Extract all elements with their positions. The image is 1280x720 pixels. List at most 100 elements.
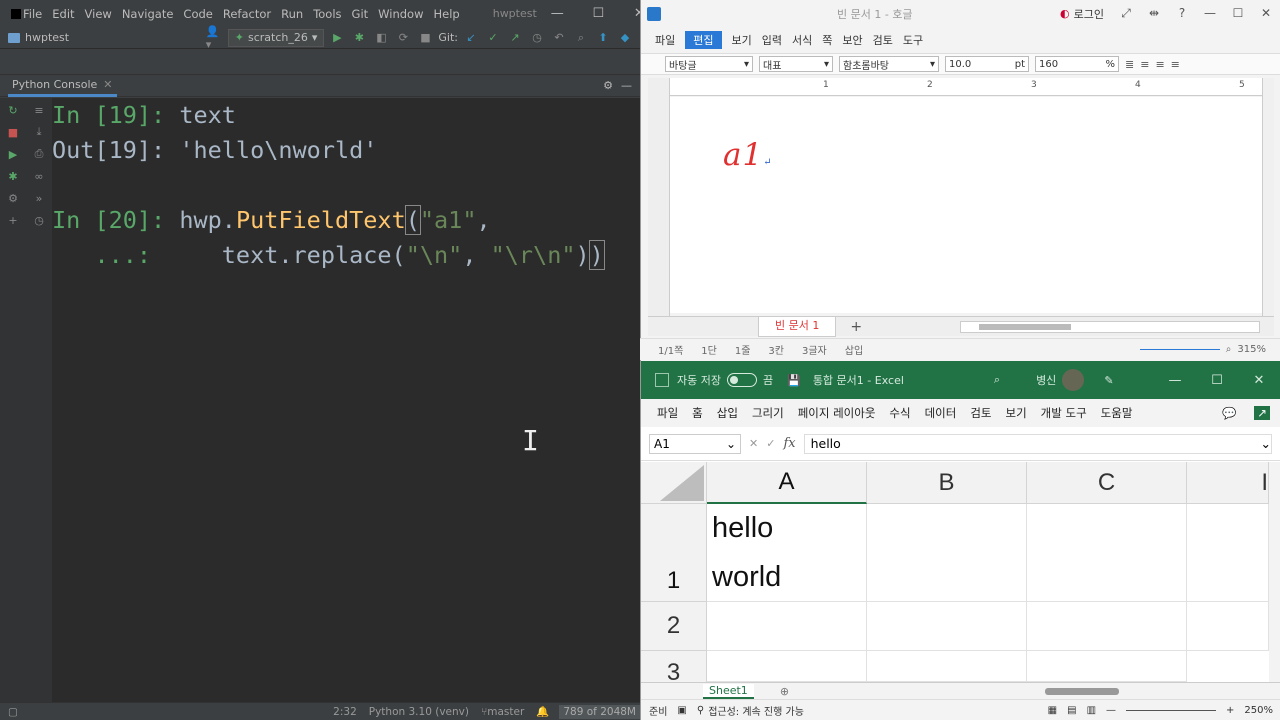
soft-wrap-icon[interactable]: ≡ [30, 101, 48, 119]
column-header-b[interactable]: B [867, 462, 1027, 504]
sheet-tab-1[interactable]: Sheet1 [703, 683, 754, 699]
debug-console-icon[interactable]: ✱ [4, 167, 22, 185]
scroll-end-icon[interactable]: ⤓ [30, 123, 48, 141]
cell-d1[interactable] [1187, 504, 1269, 602]
minimize-icon[interactable]: — [1196, 6, 1224, 21]
hwp-menu-view[interactable]: 보기 [732, 32, 752, 48]
history-icon[interactable]: ◷ [30, 211, 48, 229]
status-insert-mode[interactable]: 삽입 [845, 342, 863, 357]
stop-console-icon[interactable]: ■ [4, 123, 22, 141]
menu-file[interactable]: File [18, 7, 47, 21]
cell-a3[interactable] [707, 651, 867, 682]
zoom-slider[interactable] [1139, 349, 1220, 350]
hwp-menu-file[interactable]: 파일 [655, 32, 675, 48]
login-button[interactable]: ◐ 로그인 [1060, 6, 1104, 22]
menu-window[interactable]: Window [373, 7, 428, 21]
accessibility-status[interactable]: 접근성: 계속 진행 가능 [708, 703, 804, 718]
split-icon[interactable]: ⇹ [1140, 6, 1168, 21]
row-header-1[interactable]: 1 [641, 504, 707, 602]
minimize-icon[interactable]: — [1154, 373, 1196, 388]
close-icon[interactable]: ✕ [619, 6, 640, 21]
excel-horizontal-scrollbar[interactable] [1035, 687, 1257, 696]
menu-help[interactable]: Help [429, 7, 465, 21]
font-select[interactable]: 함초롬바탕 ▾ [839, 56, 939, 72]
enter-icon[interactable]: ✓ [766, 437, 775, 450]
hwp-horizontal-scrollbar[interactable] [960, 320, 1260, 333]
git-push-icon[interactable]: ↗ [506, 29, 524, 47]
zoom-in-icon[interactable]: + [1226, 705, 1234, 716]
ribbon-tab-draw[interactable]: 그리기 [752, 405, 784, 421]
font-size-input[interactable]: 10.0 pt [945, 56, 1029, 72]
menu-tools[interactable]: Tools [308, 7, 346, 21]
execute-icon[interactable]: ▶ [4, 145, 22, 163]
coverage-icon[interactable]: ◧ [372, 29, 390, 47]
hwp-menu-review[interactable]: 검토 [873, 32, 893, 48]
zoom-icon[interactable]: ⌕ [1226, 344, 1232, 355]
notifications-icon[interactable]: 🔔 [536, 705, 549, 718]
page-layout-icon[interactable]: ▤ [1067, 705, 1076, 716]
breadcrumb[interactable]: hwptest [8, 31, 69, 44]
menu-run[interactable]: Run [276, 7, 308, 21]
cell-b3[interactable] [867, 651, 1027, 682]
menu-code[interactable]: Code [178, 7, 217, 21]
menu-navigate[interactable]: Navigate [117, 7, 179, 21]
zoom-out-icon[interactable]: — [1106, 705, 1116, 716]
plugin-icon[interactable]: ◆ [616, 29, 634, 47]
hwp-menu-security[interactable]: 보안 [842, 32, 862, 48]
maximize-icon[interactable]: ☐ [1224, 6, 1252, 21]
hwp-menu-tools[interactable]: 도구 [903, 32, 923, 48]
help-icon[interactable]: ? [1168, 6, 1196, 21]
cell-c3[interactable] [1027, 651, 1187, 682]
cell-c1[interactable] [1027, 504, 1187, 602]
menu-view[interactable]: View [80, 7, 117, 21]
ribbon-tab-formulas[interactable]: 수식 [889, 405, 910, 421]
fullscreen-icon[interactable]: ⤢ [1112, 6, 1140, 21]
cell-a1[interactable]: hello world [707, 504, 867, 602]
ribbon-tab-file[interactable]: 파일 [657, 405, 678, 421]
debug-icon[interactable]: ✱ [350, 29, 368, 47]
column-header-c[interactable]: C [1027, 462, 1187, 504]
cancel-icon[interactable]: ✕ [749, 437, 758, 450]
cell-b1[interactable] [867, 504, 1027, 602]
ribbon-tab-help[interactable]: 도움말 [1101, 405, 1133, 421]
hwp-menu-input[interactable]: 입력 [762, 32, 782, 48]
git-update-icon[interactable]: ↙ [462, 29, 480, 47]
close-icon[interactable]: ✕ [1238, 373, 1280, 388]
excel-vertical-scrollbar[interactable] [1269, 462, 1280, 682]
menu-git[interactable]: Git [347, 7, 374, 21]
close-tab-icon[interactable]: ✕ [103, 78, 112, 91]
cell-b2[interactable] [867, 602, 1027, 651]
update-icon[interactable]: ⬆ [594, 29, 612, 47]
stop-icon[interactable]: ■ [416, 29, 434, 47]
ribbon-tab-home[interactable]: 홈 [692, 405, 703, 421]
hwp-vertical-scrollbar[interactable] [1262, 78, 1274, 316]
maximize-icon[interactable]: ☐ [1196, 373, 1238, 388]
git-commit-icon[interactable]: ✓ [484, 29, 502, 47]
menu-edit[interactable]: Edit [47, 7, 79, 21]
select-all-corner[interactable] [641, 462, 707, 504]
normal-view-icon[interactable]: ▦ [1048, 705, 1057, 716]
profile-icon[interactable]: ⟳ [394, 29, 412, 47]
breadcrumb-project[interactable]: hwptest [25, 31, 69, 44]
ribbon-tab-page-layout[interactable]: 페이지 레이아웃 [798, 405, 876, 421]
search-icon[interactable]: ⌕ [994, 373, 1000, 387]
menu-refactor[interactable]: Refactor [218, 7, 276, 21]
hide-panel-icon[interactable]: — [621, 79, 632, 92]
language-select[interactable]: 대표 ▾ [759, 56, 833, 72]
save-icon[interactable]: 💾 [787, 374, 801, 387]
memory-indicator[interactable]: 789 of 2048M [559, 704, 640, 719]
column-header-a[interactable]: A [707, 462, 867, 504]
command-queue-icon[interactable]: » [30, 189, 48, 207]
column-header-d[interactable]: I [1187, 462, 1269, 504]
autosave-toggle[interactable] [726, 373, 757, 387]
macro-record-icon[interactable]: ▣ [677, 705, 686, 716]
cell-c2[interactable] [1027, 602, 1187, 651]
ribbon-tab-view[interactable]: 보기 [1006, 405, 1027, 421]
panel-toggle-icon[interactable]: ▢ [8, 706, 18, 718]
python-console-output[interactable]: In [19]: text Out[19]: 'hello\nworld' In… [52, 98, 640, 702]
add-tab-icon[interactable]: + [850, 319, 862, 335]
interpreter[interactable]: Python 3.10 (venv) [369, 706, 469, 718]
insert-function-icon[interactable]: fx [783, 436, 795, 451]
ribbon-tab-review[interactable]: 검토 [970, 405, 991, 421]
rollback-icon[interactable]: ↶ [550, 29, 568, 47]
